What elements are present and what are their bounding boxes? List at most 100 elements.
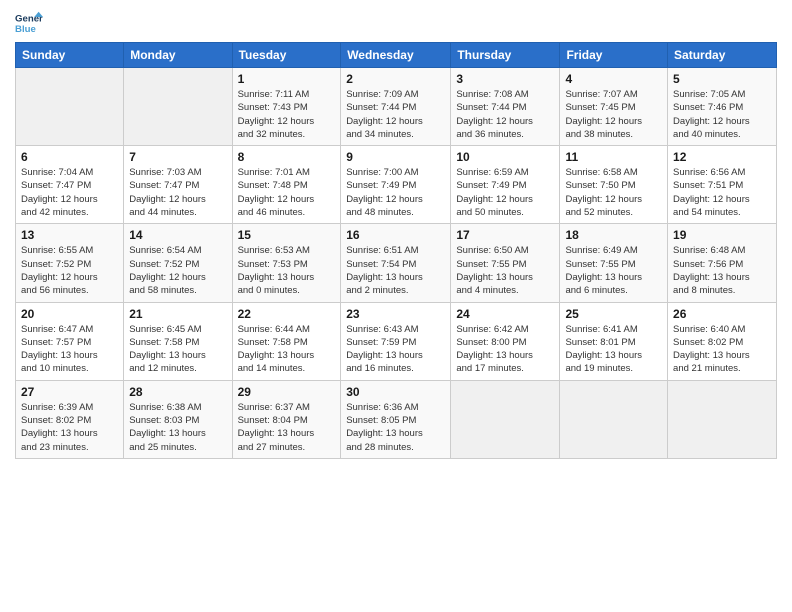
calendar-cell: 9 Sunrise: 7:00 AM Sunset: 7:49 PM Daylig…: [341, 146, 451, 224]
calendar-cell: 10 Sunrise: 6:59 AM Sunset: 7:49 PM Dayli…: [451, 146, 560, 224]
day-detail: Sunrise: 6:58 AM Sunset: 7:50 PM Dayligh…: [565, 166, 662, 219]
calendar-cell: 12 Sunrise: 6:56 AM Sunset: 7:51 PM Dayli…: [668, 146, 777, 224]
calendar-cell: [124, 68, 232, 146]
calendar-cell: 23Sunrise: 6:43 AM Sunset: 7:59 PM Dayli…: [341, 302, 451, 380]
day-number: 28: [129, 385, 226, 399]
calendar-cell: 20 Sunrise: 6:47 AM Sunset: 7:57 PM Dayli…: [16, 302, 124, 380]
day-detail: Sunrise: 6:38 AM Sunset: 8:03 PM Dayligh…: [129, 401, 226, 454]
calendar-cell: 26 Sunrise: 6:40 AM Sunset: 8:02 PM Dayli…: [668, 302, 777, 380]
calendar-cell: 15Sunrise: 6:53 AM Sunset: 7:53 PM Dayli…: [232, 224, 341, 302]
day-number: 22: [238, 307, 336, 321]
calendar-cell: 24 Sunrise: 6:42 AM Sunset: 8:00 PM Dayli…: [451, 302, 560, 380]
day-detail: Sunrise: 6:50 AM Sunset: 7:55 PM Dayligh…: [456, 244, 554, 297]
calendar-cell: 18Sunrise: 6:49 AM Sunset: 7:55 PM Dayli…: [560, 224, 668, 302]
day-detail: Sunrise: 6:39 AM Sunset: 8:02 PM Dayligh…: [21, 401, 118, 454]
day-detail: Sunrise: 6:51 AM Sunset: 7:54 PM Dayligh…: [346, 244, 445, 297]
calendar-week-2: 6 Sunrise: 7:04 AM Sunset: 7:47 PM Daylig…: [16, 146, 777, 224]
day-number: 2: [346, 72, 445, 86]
calendar-table: SundayMondayTuesdayWednesdayThursdayFrid…: [15, 42, 777, 459]
day-number: 25: [565, 307, 662, 321]
day-detail: Sunrise: 6:37 AM Sunset: 8:04 PM Dayligh…: [238, 401, 336, 454]
header-friday: Friday: [560, 43, 668, 68]
day-detail: Sunrise: 7:08 AM Sunset: 7:44 PM Dayligh…: [456, 88, 554, 141]
logo: GeneralBlue: [15, 10, 43, 38]
day-number: 29: [238, 385, 336, 399]
day-number: 16: [346, 228, 445, 242]
header-tuesday: Tuesday: [232, 43, 341, 68]
day-number: 9: [346, 150, 445, 164]
calendar-cell: 11Sunrise: 6:58 AM Sunset: 7:50 PM Dayli…: [560, 146, 668, 224]
calendar-cell: [16, 68, 124, 146]
day-detail: Sunrise: 7:09 AM Sunset: 7:44 PM Dayligh…: [346, 88, 445, 141]
day-number: 3: [456, 72, 554, 86]
svg-text:Blue: Blue: [15, 24, 36, 35]
day-number: 10: [456, 150, 554, 164]
calendar-cell: [451, 380, 560, 458]
day-number: 26: [673, 307, 771, 321]
day-detail: Sunrise: 7:07 AM Sunset: 7:45 PM Dayligh…: [565, 88, 662, 141]
day-number: 8: [238, 150, 336, 164]
day-detail: Sunrise: 7:03 AM Sunset: 7:47 PM Dayligh…: [129, 166, 226, 219]
day-detail: Sunrise: 6:54 AM Sunset: 7:52 PM Dayligh…: [129, 244, 226, 297]
day-detail: Sunrise: 6:42 AM Sunset: 8:00 PM Dayligh…: [456, 323, 554, 376]
day-detail: Sunrise: 7:00 AM Sunset: 7:49 PM Dayligh…: [346, 166, 445, 219]
day-detail: Sunrise: 6:40 AM Sunset: 8:02 PM Dayligh…: [673, 323, 771, 376]
header-wednesday: Wednesday: [341, 43, 451, 68]
day-number: 5: [673, 72, 771, 86]
calendar-cell: 7 Sunrise: 7:03 AM Sunset: 7:47 PM Daylig…: [124, 146, 232, 224]
calendar-week-4: 20 Sunrise: 6:47 AM Sunset: 7:57 PM Dayli…: [16, 302, 777, 380]
day-number: 17: [456, 228, 554, 242]
header-sunday: Sunday: [16, 43, 124, 68]
calendar-cell: 19 Sunrise: 6:48 AM Sunset: 7:56 PM Dayli…: [668, 224, 777, 302]
calendar-cell: 28 Sunrise: 6:38 AM Sunset: 8:03 PM Dayli…: [124, 380, 232, 458]
calendar-cell: 17 Sunrise: 6:50 AM Sunset: 7:55 PM Dayli…: [451, 224, 560, 302]
day-number: 12: [673, 150, 771, 164]
header-monday: Monday: [124, 43, 232, 68]
calendar-cell: 14 Sunrise: 6:54 AM Sunset: 7:52 PM Dayli…: [124, 224, 232, 302]
header-saturday: Saturday: [668, 43, 777, 68]
day-detail: Sunrise: 6:55 AM Sunset: 7:52 PM Dayligh…: [21, 244, 118, 297]
calendar-cell: 22 Sunrise: 6:44 AM Sunset: 7:58 PM Dayli…: [232, 302, 341, 380]
day-number: 14: [129, 228, 226, 242]
calendar-cell: 4 Sunrise: 7:07 AM Sunset: 7:45 PM Daylig…: [560, 68, 668, 146]
day-number: 30: [346, 385, 445, 399]
logo-icon: GeneralBlue: [15, 10, 43, 38]
calendar-cell: 21Sunrise: 6:45 AM Sunset: 7:58 PM Dayli…: [124, 302, 232, 380]
calendar-cell: 30Sunrise: 6:36 AM Sunset: 8:05 PM Dayli…: [341, 380, 451, 458]
header: GeneralBlue: [15, 10, 777, 38]
day-number: 7: [129, 150, 226, 164]
day-number: 6: [21, 150, 118, 164]
calendar-cell: [668, 380, 777, 458]
day-number: 15: [238, 228, 336, 242]
day-number: 4: [565, 72, 662, 86]
day-detail: Sunrise: 6:47 AM Sunset: 7:57 PM Dayligh…: [21, 323, 118, 376]
day-number: 24: [456, 307, 554, 321]
day-detail: Sunrise: 6:49 AM Sunset: 7:55 PM Dayligh…: [565, 244, 662, 297]
calendar-cell: 2 Sunrise: 7:09 AM Sunset: 7:44 PM Daylig…: [341, 68, 451, 146]
header-thursday: Thursday: [451, 43, 560, 68]
page: GeneralBlue SundayMondayTuesdayWednesday…: [0, 0, 792, 612]
calendar-cell: 29 Sunrise: 6:37 AM Sunset: 8:04 PM Dayli…: [232, 380, 341, 458]
calendar-cell: 1Sunrise: 7:11 AM Sunset: 7:43 PM Daylig…: [232, 68, 341, 146]
day-detail: Sunrise: 7:05 AM Sunset: 7:46 PM Dayligh…: [673, 88, 771, 141]
day-detail: Sunrise: 7:01 AM Sunset: 7:48 PM Dayligh…: [238, 166, 336, 219]
calendar-cell: 5 Sunrise: 7:05 AM Sunset: 7:46 PM Daylig…: [668, 68, 777, 146]
calendar-cell: 13 Sunrise: 6:55 AM Sunset: 7:52 PM Dayli…: [16, 224, 124, 302]
calendar-week-5: 27Sunrise: 6:39 AM Sunset: 8:02 PM Dayli…: [16, 380, 777, 458]
calendar-cell: 16 Sunrise: 6:51 AM Sunset: 7:54 PM Dayli…: [341, 224, 451, 302]
day-detail: Sunrise: 6:45 AM Sunset: 7:58 PM Dayligh…: [129, 323, 226, 376]
day-number: 1: [238, 72, 336, 86]
day-detail: Sunrise: 6:59 AM Sunset: 7:49 PM Dayligh…: [456, 166, 554, 219]
day-detail: Sunrise: 6:43 AM Sunset: 7:59 PM Dayligh…: [346, 323, 445, 376]
day-detail: Sunrise: 6:41 AM Sunset: 8:01 PM Dayligh…: [565, 323, 662, 376]
day-number: 13: [21, 228, 118, 242]
calendar-header-row: SundayMondayTuesdayWednesdayThursdayFrid…: [16, 43, 777, 68]
day-detail: Sunrise: 6:44 AM Sunset: 7:58 PM Dayligh…: [238, 323, 336, 376]
day-detail: Sunrise: 6:56 AM Sunset: 7:51 PM Dayligh…: [673, 166, 771, 219]
day-number: 19: [673, 228, 771, 242]
day-detail: Sunrise: 7:04 AM Sunset: 7:47 PM Dayligh…: [21, 166, 118, 219]
calendar-cell: 8 Sunrise: 7:01 AM Sunset: 7:48 PM Daylig…: [232, 146, 341, 224]
day-detail: Sunrise: 6:48 AM Sunset: 7:56 PM Dayligh…: [673, 244, 771, 297]
day-number: 20: [21, 307, 118, 321]
calendar-cell: 27Sunrise: 6:39 AM Sunset: 8:02 PM Dayli…: [16, 380, 124, 458]
